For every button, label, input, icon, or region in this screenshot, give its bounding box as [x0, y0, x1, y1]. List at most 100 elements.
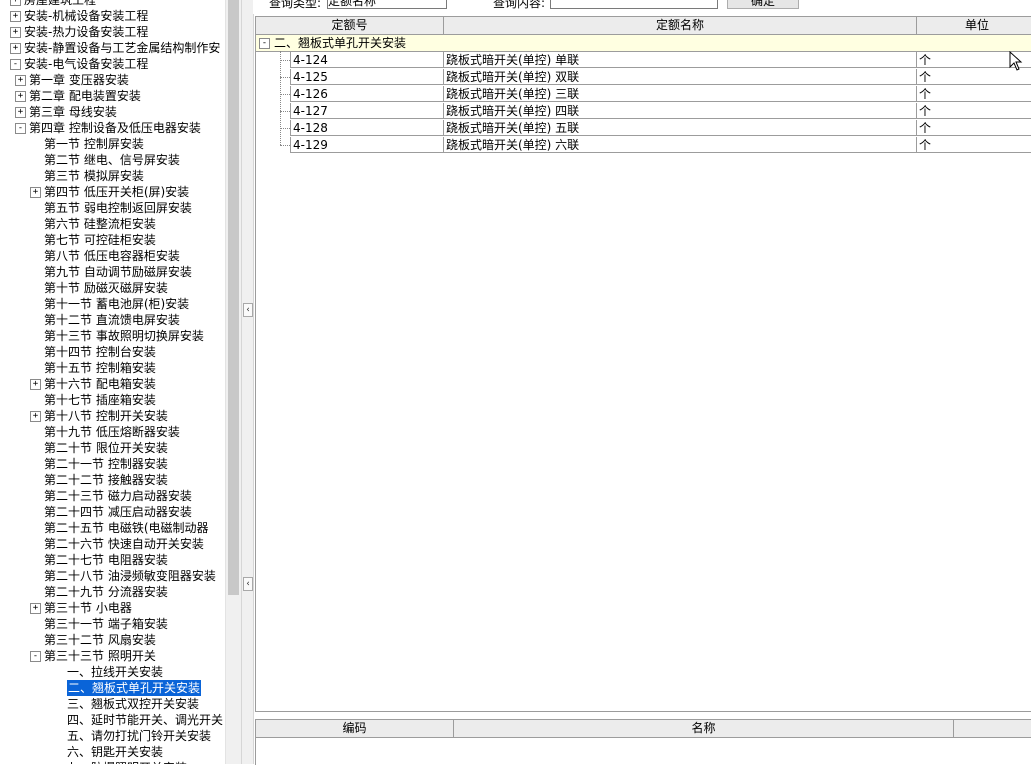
tree-node[interactable]: 第十二节 直流馈电屏安装 [0, 312, 225, 328]
tree-node-label[interactable]: 第九节 自动调节励磁屏安装 [44, 264, 192, 280]
table-row[interactable]: 4-124 跷板式暗开关(单控) 单联个 [256, 52, 1031, 68]
tree-node-label[interactable]: 第三十节 小电器 [44, 600, 132, 616]
cell-code[interactable]: 4-127 [290, 103, 444, 119]
confirm-button[interactable]: 确定 [727, 0, 799, 9]
query-type-select[interactable]: 定额名称 [327, 0, 447, 9]
cell-unit[interactable]: 个 [917, 137, 1031, 153]
tree-node-label[interactable]: 第十八节 控制开关安装 [44, 408, 168, 424]
tree-node[interactable]: 一、拉线开关安装 [0, 664, 225, 680]
tree-node[interactable]: - 第四章 控制设备及低压电器安装 [0, 120, 225, 136]
tree-node[interactable]: + 安装-热力设备安装工程 [0, 24, 225, 40]
tree-node-label[interactable]: 第十节 励磁灭磁屏安装 [44, 280, 168, 296]
tree-node-label[interactable]: 第十一节 蓄电池屏(柜)安装 [44, 296, 189, 312]
cell-name[interactable]: 跷板式暗开关(单控) 六联 [444, 137, 917, 153]
tree-node[interactable]: 第三十二节 风扇安装 [0, 632, 225, 648]
table-row[interactable]: 4-129 跷板式暗开关(单控) 六联个 [256, 137, 1031, 153]
tree-node[interactable]: 第八节 低压电容器柜安装 [0, 248, 225, 264]
cell-unit[interactable]: 个 [917, 69, 1031, 85]
tree-node-label[interactable]: 安装-机械设备安装工程 [24, 8, 148, 24]
cell-name[interactable]: 跷板式暗开关(单控) 单联 [444, 52, 917, 68]
expand-node-icon[interactable]: + [10, 0, 21, 6]
collapse-left-arrow-icon[interactable]: ‹ [243, 303, 253, 317]
tree-node-label[interactable]: 第二章 配电装置安装 [29, 88, 141, 104]
tree-node-label[interactable]: 一、拉线开关安装 [67, 664, 163, 680]
tree-node-label[interactable]: 三、翘板式双控开关安装 [67, 696, 199, 712]
expand-node-icon[interactable]: + [30, 379, 41, 390]
header-code[interactable]: 编码 [256, 720, 454, 737]
cell-name[interactable]: 跷板式暗开关(单控) 五联 [444, 120, 917, 136]
tree-node-label[interactable]: 第二十五节 电磁铁(电磁制动器 [44, 520, 209, 536]
tree-node-label[interactable]: 安装-电气设备安装工程 [24, 56, 148, 72]
category-tree[interactable]: + 房屋建筑工程 + 安装-机械设备安装工程 + 安装-热力设备安装工程 + 安装-静置设备与… [0, 0, 225, 764]
cell-code[interactable]: 4-128 [290, 120, 444, 136]
tree-node[interactable]: + 房屋建筑工程 [0, 0, 225, 8]
tree-node-label[interactable]: 房屋建筑工程 [24, 0, 96, 8]
tree-node-label[interactable]: 第二十四节 减压启动器安装 [44, 504, 192, 520]
tree-node-label[interactable]: 第十五节 控制箱安装 [44, 360, 156, 376]
tree-node[interactable]: 第五节 弱电控制返回屏安装 [0, 200, 225, 216]
tree-node[interactable]: + 第十八节 控制开关安装 [0, 408, 225, 424]
cell-code[interactable]: 4-124 [290, 52, 444, 68]
tree-node-label[interactable]: 第十三节 事故照明切换屏安装 [44, 328, 204, 344]
header-quota-name[interactable]: 定额名称 [444, 17, 917, 34]
tree-node-label[interactable]: 第二十七节 电阻器安装 [44, 552, 168, 568]
tree-node-label[interactable]: 七、防爆照明开关安装 [67, 760, 187, 764]
tree-node[interactable]: + 第十六节 配电箱安装 [0, 376, 225, 392]
cell-code[interactable]: 4-125 [290, 69, 444, 85]
tree-node[interactable]: + 第三十节 小电器 [0, 600, 225, 616]
tree-node-label[interactable]: 第十四节 控制台安装 [44, 344, 156, 360]
tree-node-label[interactable]: 第八节 低压电容器柜安装 [44, 248, 180, 264]
tree-scrollbar-thumb[interactable] [228, 0, 239, 595]
tree-node-label[interactable]: 第十九节 低压熔断器安装 [44, 424, 180, 440]
tree-node[interactable]: 第十九节 低压熔断器安装 [0, 424, 225, 440]
tree-node[interactable]: 第三十一节 端子箱安装 [0, 616, 225, 632]
tree-node-label[interactable]: 五、请勿打扰门铃开关安装 [67, 728, 211, 744]
tree-node[interactable]: 二、翘板式单孔开关安装 [0, 680, 225, 696]
tree-node-label[interactable]: 第五节 弱电控制返回屏安装 [44, 200, 192, 216]
tree-node[interactable]: 第二十二节 接触器安装 [0, 472, 225, 488]
tree-node[interactable]: - 第三十三节 照明开关 [0, 648, 225, 664]
tree-node-label[interactable]: 安装-静置设备与工艺金属结构制作安 [24, 40, 220, 56]
expand-node-icon[interactable]: + [15, 107, 26, 118]
tree-node-label[interactable]: 第四节 低压开关柜(屏)安装 [44, 184, 189, 200]
collapse-node-icon[interactable]: - [30, 651, 41, 662]
quota-grid[interactable]: 定额号 定额名称 单位 - 二、翘板式单孔开关安装 4-124 跷板式暗开关(单控… [255, 16, 1031, 712]
tree-node[interactable]: 第十七节 插座箱安装 [0, 392, 225, 408]
header-name[interactable]: 名称 [454, 720, 954, 737]
tree-node[interactable]: 第二十七节 电阻器安装 [0, 552, 225, 568]
tree-node[interactable]: + 第三章 母线安装 [0, 104, 225, 120]
tree-node-label[interactable]: 第二十六节 快速自动开关安装 [44, 536, 204, 552]
tree-node-label[interactable]: 第十七节 插座箱安装 [44, 392, 156, 408]
tree-node[interactable]: 第一节 控制屏安装 [0, 136, 225, 152]
tree-node[interactable]: + 第四节 低压开关柜(屏)安装 [0, 184, 225, 200]
tree-node[interactable]: 第三节 模拟屏安装 [0, 168, 225, 184]
resource-grid[interactable]: 编码 名称 [255, 719, 1031, 765]
header-extra[interactable] [954, 720, 1031, 737]
expand-node-icon[interactable]: + [30, 411, 41, 422]
tree-node[interactable]: + 安装-静置设备与工艺金属结构制作安 [0, 40, 225, 56]
collapse-node-icon[interactable]: - [10, 59, 21, 70]
tree-node-label[interactable]: 第二十一节 控制器安装 [44, 456, 168, 472]
header-quota-code[interactable]: 定额号 [256, 17, 444, 34]
tree-node-label[interactable]: 第一节 控制屏安装 [44, 136, 144, 152]
collapse-group-icon[interactable]: - [259, 38, 270, 49]
tree-node-label[interactable]: 第三十一节 端子箱安装 [44, 616, 168, 632]
expand-node-icon[interactable]: + [10, 43, 21, 54]
cell-name[interactable]: 跷板式暗开关(单控) 三联 [444, 86, 917, 102]
tree-node-label[interactable]: 第二十二节 接触器安装 [44, 472, 168, 488]
expand-node-icon[interactable]: + [15, 75, 26, 86]
cell-unit[interactable]: 个 [917, 120, 1031, 136]
tree-node-label[interactable]: 第十二节 直流馈电屏安装 [44, 312, 180, 328]
tree-node-label[interactable]: 第六节 硅整流柜安装 [44, 216, 156, 232]
tree-node-label[interactable]: 第七节 可控硅柜安装 [44, 232, 156, 248]
tree-node-label[interactable]: 第三章 母线安装 [29, 104, 117, 120]
tree-node[interactable]: 第十一节 蓄电池屏(柜)安装 [0, 296, 225, 312]
tree-node[interactable]: - 安装-电气设备安装工程 [0, 56, 225, 72]
tree-node[interactable]: 第二十一节 控制器安装 [0, 456, 225, 472]
tree-node-label[interactable]: 二、翘板式单孔开关安装 [67, 680, 202, 696]
tree-node[interactable]: 三、翘板式双控开关安装 [0, 696, 225, 712]
expand-node-icon[interactable]: + [10, 27, 21, 38]
tree-node-label[interactable]: 第二十八节 油浸频敏变阻器安装 [44, 568, 216, 584]
cell-name[interactable]: 跷板式暗开关(单控) 四联 [444, 103, 917, 119]
cell-name[interactable]: 跷板式暗开关(单控) 双联 [444, 69, 917, 85]
